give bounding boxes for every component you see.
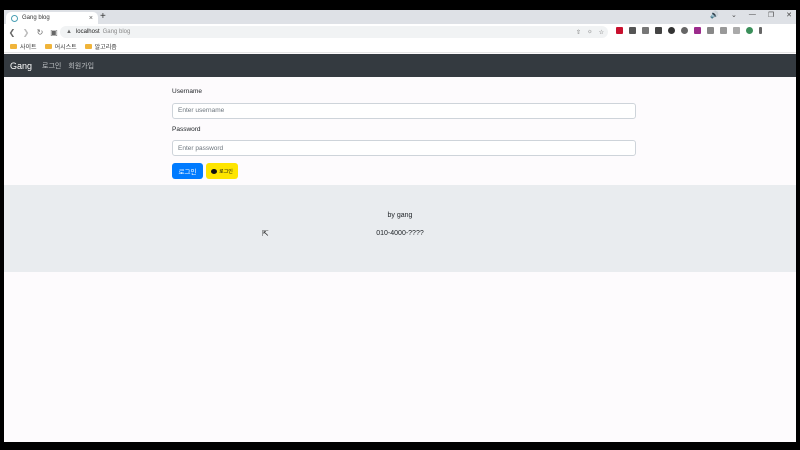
close-window-button[interactable]: ✕ [786, 11, 792, 19]
bookmark-label: 알고리즘 [94, 44, 117, 51]
extension-icon[interactable] [655, 27, 662, 34]
speaker-icon[interactable]: 🔊 [710, 11, 719, 19]
browser-tab[interactable]: Gang blog × [6, 12, 98, 24]
folder-icon [10, 43, 17, 49]
close-icon[interactable]: × [89, 15, 93, 22]
restore-button[interactable]: ❐ [768, 11, 774, 19]
url-title: Gang blog [102, 29, 131, 35]
shield-icon[interactable] [616, 27, 623, 34]
extension-icon[interactable] [629, 27, 636, 34]
back-icon[interactable]: ❮ [6, 28, 18, 37]
extension-icon[interactable] [681, 27, 688, 34]
password-label: Password [172, 125, 201, 133]
bookmark-folder[interactable]: 알고리즘 [84, 42, 117, 51]
bookmarks-bar: 사이트 어시스트 알고리즘 [4, 40, 796, 53]
kakao-login-button[interactable]: 로그인 [206, 163, 238, 179]
forward-icon[interactable]: ❯ [20, 28, 32, 37]
extension-icon[interactable] [642, 27, 649, 34]
favicon-icon [11, 14, 18, 22]
password-input[interactable] [172, 140, 636, 156]
share-icon[interactable]: ⇧ [576, 29, 581, 36]
puzzle-icon[interactable] [720, 27, 727, 34]
login-button[interactable]: 로그인 [172, 163, 203, 179]
app-navbar: Gang 로그인 회원가입 [4, 54, 796, 77]
chat-bubble-icon [211, 168, 218, 174]
bookmark-star-icon[interactable]: ☆ [599, 29, 604, 36]
folder-icon [44, 43, 52, 49]
bookmark-folder[interactable]: 사이트 [10, 42, 37, 51]
sidebar-icon[interactable] [733, 27, 740, 34]
folder-icon [84, 43, 92, 49]
bookmark-label: 어시스트 [54, 44, 77, 51]
extension-icon[interactable] [668, 27, 675, 34]
chevron-down-icon[interactable]: ⌄ [731, 11, 737, 19]
kakao-login-label: 로그인 [219, 168, 233, 175]
new-tab-button[interactable]: + [100, 11, 106, 23]
nav-link-signup[interactable]: 회원가입 [68, 61, 94, 71]
url-host: localhost [75, 29, 100, 35]
footer-author: by gang [387, 212, 413, 219]
minimize-button[interactable]: — [749, 11, 756, 19]
reload-icon[interactable]: ↻ [34, 28, 46, 37]
browser-window: Gang blog × + 🔊 ⌄ — ❐ ✕ ❮ ❯ ↻ ▣ ▲ localh… [4, 10, 796, 442]
tab-title: Gang blog [22, 15, 50, 21]
login-form: Username Password 로그인 로그인 [172, 88, 636, 179]
address-bar[interactable]: ▲ localhost Gang blog ⇧ ☼ ☆ [60, 26, 608, 38]
info-icon[interactable]: ▲ [66, 29, 72, 35]
profile-icon[interactable] [746, 27, 753, 34]
bookmark-folder[interactable]: 어시스트 [44, 42, 77, 51]
username-label: Username [172, 88, 202, 95]
footer-phone: 010-4000-???? [376, 230, 424, 237]
translate-icon[interactable]: ☼ [587, 29, 593, 35]
window-controls: 🔊 ⌄ — ❐ ✕ [710, 11, 792, 19]
home-icon[interactable]: ▣ [48, 28, 60, 37]
username-input[interactable] [172, 102, 636, 119]
brand-link[interactable]: Gang [10, 61, 32, 71]
extension-icons [616, 27, 762, 34]
menu-icon[interactable] [759, 27, 762, 34]
footer: by gang 010-4000-???? [4, 185, 796, 272]
download-icon[interactable] [707, 27, 714, 34]
bookmark-label: 사이트 [20, 44, 37, 51]
extension-icon[interactable] [694, 27, 701, 34]
mouse-cursor-icon: ⇱ [262, 229, 269, 238]
nav-link-login[interactable]: 로그인 [42, 61, 61, 71]
tab-strip: Gang blog × + 🔊 ⌄ — ❐ ✕ [4, 10, 796, 24]
